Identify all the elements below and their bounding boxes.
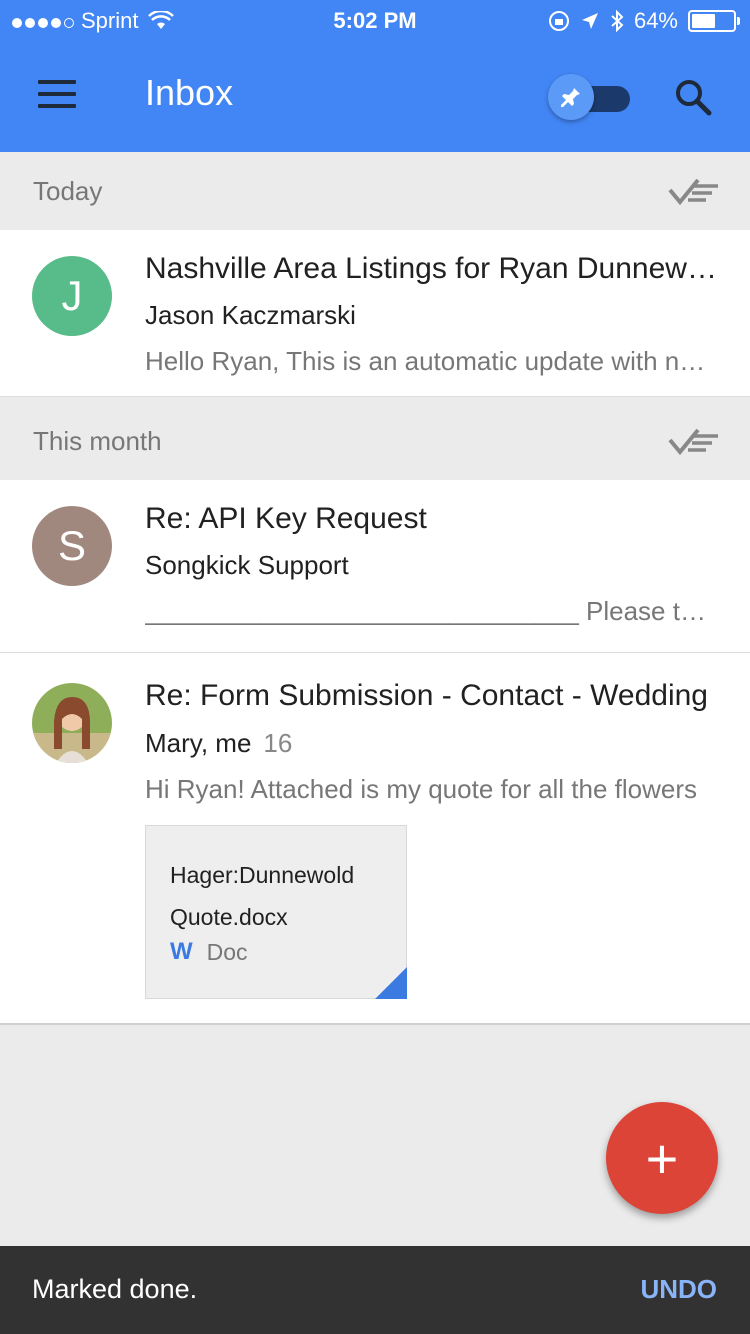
section-header-today: Today xyxy=(0,152,750,230)
attachment-chip[interactable]: Hager:Dunnewold Quote.docx W Doc xyxy=(145,825,407,999)
status-bar: Sprint 5:02 PM 64% xyxy=(0,0,750,42)
battery-percentage: 64% xyxy=(633,8,678,33)
email-snippet: Hi Ryan! Attached is my quote for all th… xyxy=(145,774,698,804)
email-subject: Re: API Key Request xyxy=(145,502,427,535)
word-doc-icon: W xyxy=(170,938,193,965)
snackbar: Marked done. UNDO xyxy=(0,1246,750,1334)
avatar-photo xyxy=(32,683,112,763)
pinned-toggle[interactable] xyxy=(548,74,632,120)
page-title: Inbox xyxy=(145,72,234,113)
avatar: J xyxy=(32,256,112,336)
email-item-1[interactable]: J Nashville Area Listings for Ryan Dunne… xyxy=(0,230,750,396)
rotation-lock-icon xyxy=(548,11,569,31)
email-snippet: Hello Ryan, This is an automatic update … xyxy=(145,346,715,376)
section-label: Today xyxy=(33,176,103,206)
email-sender: Jason Kaczmarski xyxy=(145,300,356,330)
email-subject: Re: Form Submission - Contact - Wedding xyxy=(145,679,708,712)
email-subject: Nashville Area Listings for Ryan Dunnewo… xyxy=(145,252,720,285)
mark-all-done-icon[interactable] xyxy=(668,176,720,206)
email-item-2[interactable]: S Re: API Key Request Songkick Support _… xyxy=(0,480,750,652)
top-app-bar: Sprint 5:02 PM 64% Inbox xyxy=(0,0,750,152)
battery-icon xyxy=(688,10,740,32)
mark-all-done-icon[interactable] xyxy=(668,426,720,456)
divider xyxy=(0,1023,750,1025)
compose-fab-button[interactable]: + xyxy=(606,1102,718,1214)
email-item-3[interactable]: Re: Form Submission - Contact - Wedding … xyxy=(0,653,750,1023)
email-sender: Mary, me 16 xyxy=(145,728,292,759)
page-fold-icon xyxy=(375,967,407,999)
app-bar: Inbox xyxy=(0,42,750,152)
avatar: S xyxy=(32,506,112,586)
search-icon[interactable] xyxy=(672,76,714,118)
menu-icon[interactable] xyxy=(38,80,76,110)
location-arrow-icon xyxy=(581,13,598,29)
section-label: This month xyxy=(33,426,162,456)
attachment-type: W Doc xyxy=(170,938,248,966)
divider xyxy=(0,396,750,397)
attachment-name: Hager:Dunnewold Quote.docx xyxy=(170,862,355,930)
pin-icon xyxy=(548,74,594,120)
attachment-type-label: Doc xyxy=(206,938,248,965)
snackbar-message: Marked done. xyxy=(32,1274,198,1304)
section-header-this-month: This month xyxy=(0,402,750,480)
thread-count: 16 xyxy=(263,728,293,758)
undo-button[interactable]: UNDO xyxy=(640,1274,717,1305)
sender-names: Mary, me xyxy=(145,728,252,758)
email-snippet: ______________________________ Please ty… xyxy=(145,596,715,626)
email-sender: Songkick Support xyxy=(145,550,349,580)
bluetooth-icon xyxy=(611,9,624,33)
